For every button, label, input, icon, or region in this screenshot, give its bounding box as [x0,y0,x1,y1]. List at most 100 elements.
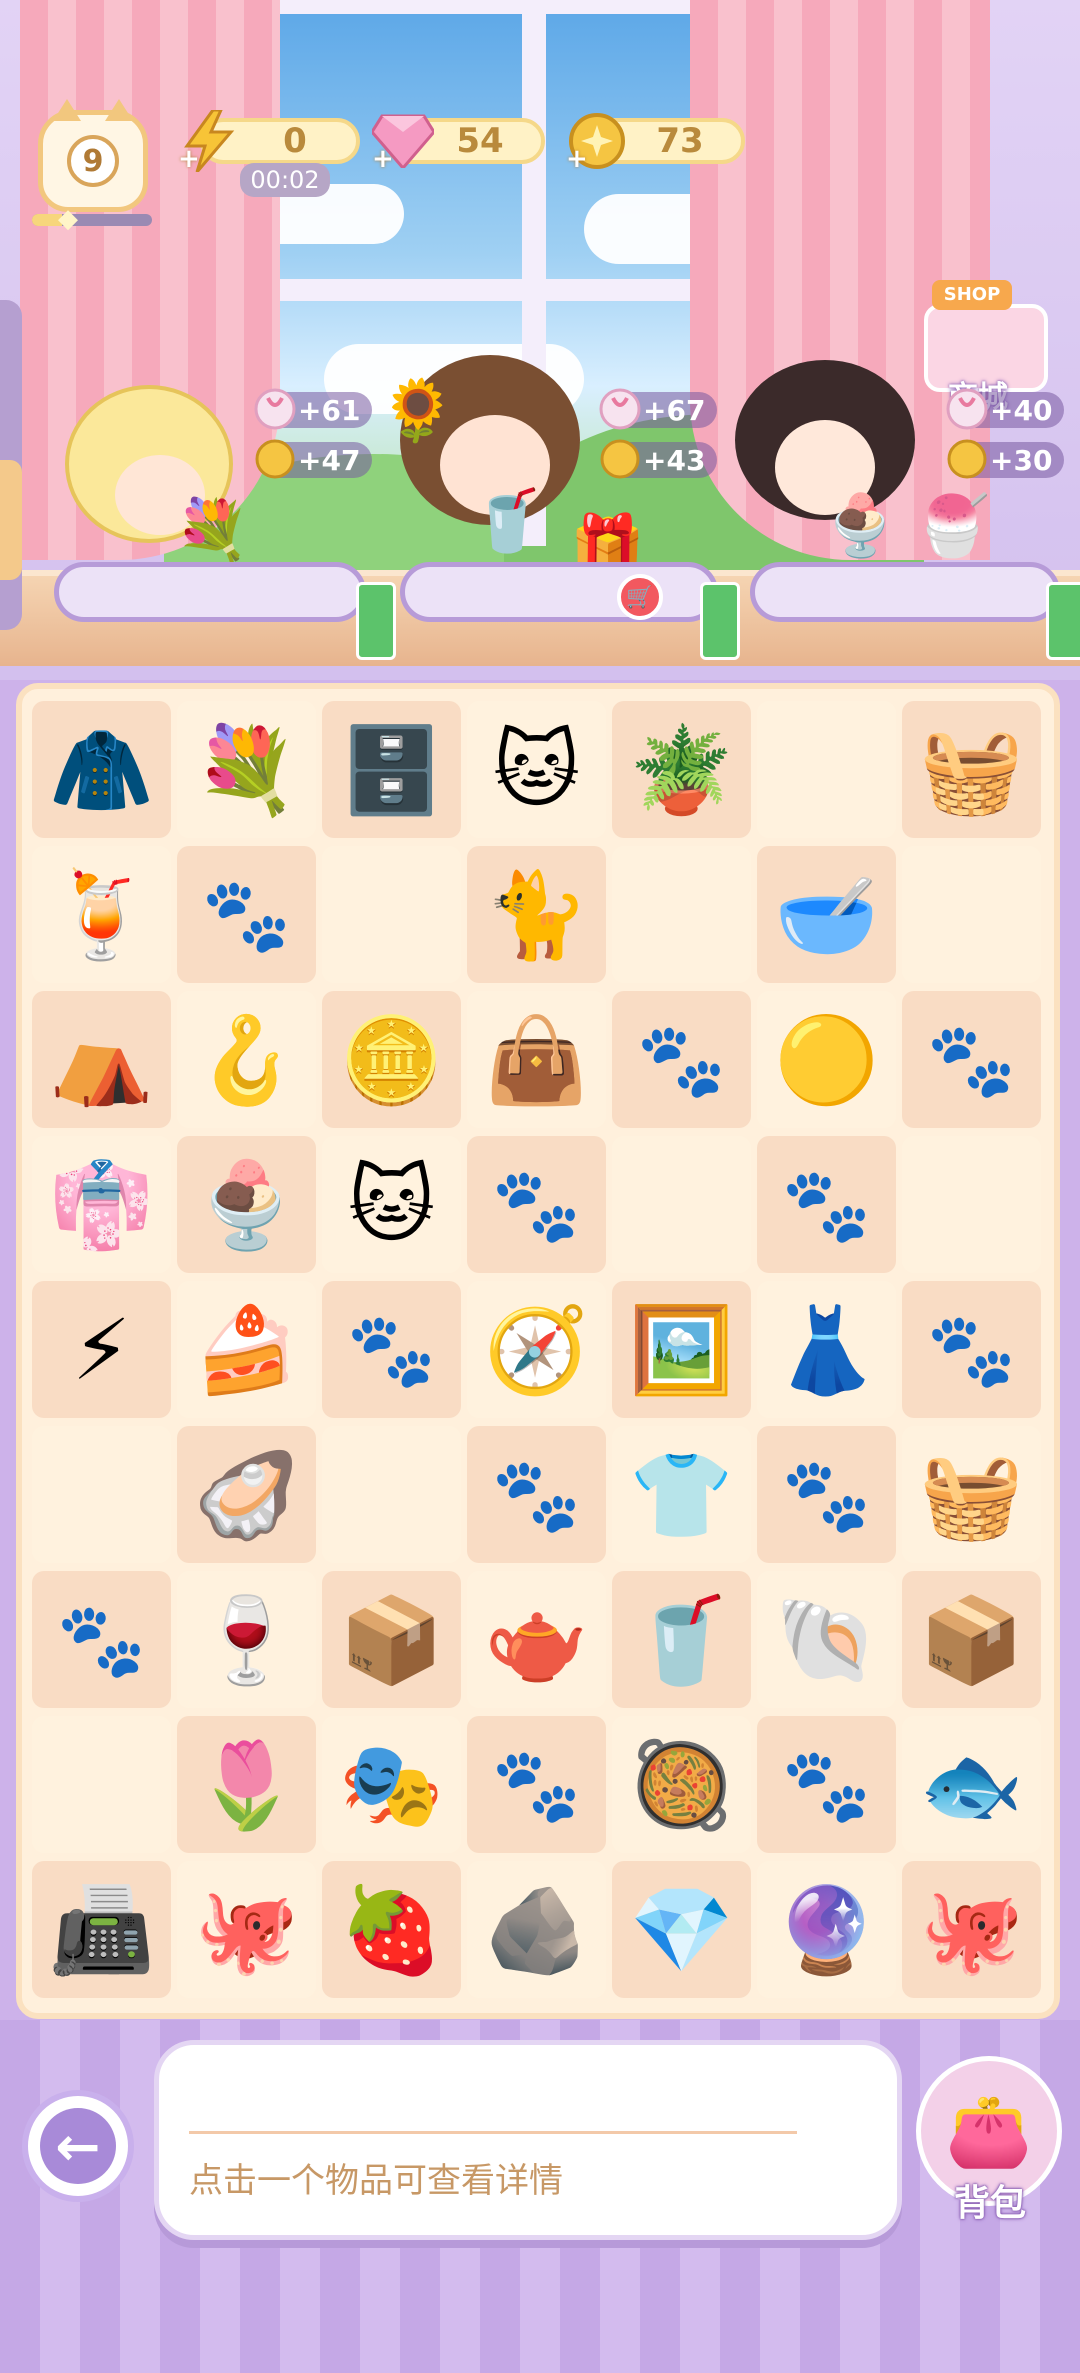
board-cell[interactable]: 🎭 [322,1716,461,1853]
board-item[interactable]: 🟡 [774,1018,879,1102]
board-cell[interactable]: 🐚 [757,1571,896,1708]
board-item[interactable]: 🐙 [194,1888,299,1972]
board-cell[interactable]: 🐾 [612,991,751,1128]
board-cell[interactable]: 🍰 [177,1281,316,1418]
board-cell[interactable]: 🐾 [32,1571,171,1708]
board-item[interactable]: 🍓 [339,1888,444,1972]
board-item[interactable]: 🪴 [629,728,734,812]
board-cell[interactable]: 🐾 [757,1426,896,1563]
board-cell[interactable]: 👘 [32,1136,171,1273]
order-slot-1[interactable] [54,562,366,622]
board-cell[interactable]: 🥤 [612,1571,751,1708]
board-item[interactable]: 🍹 [49,873,154,957]
board-item[interactable]: 🪨 [484,1888,589,1972]
board-item[interactable]: 🐈 [484,873,589,957]
customer-glasses-boy[interactable]: 🍨 🍧 [735,360,990,561]
order-ticket-icon[interactable] [700,582,740,660]
board-cell[interactable]: 🐱 [322,1136,461,1273]
board-cell[interactable] [612,846,751,983]
board-item[interactable]: 🧺 [919,728,1024,812]
board-cell[interactable]: 💎 [612,1861,751,1998]
board-item[interactable]: 🫖 [484,1598,589,1682]
board-item[interactable]: 👕 [629,1453,734,1537]
board-cell[interactable]: 🐾 [467,1426,606,1563]
board-item[interactable]: 🥤 [629,1598,734,1682]
board-item[interactable]: 🗄️ [339,728,444,812]
board-cell[interactable] [757,701,896,838]
board-item[interactable]: ⚡ [72,1308,131,1392]
board-item[interactable]: 🖼️ [629,1308,734,1392]
board-cell[interactable]: 👗 [757,1281,896,1418]
board-cell[interactable]: 🐾 [177,846,316,983]
board-cell[interactable]: 🖼️ [612,1281,751,1418]
board-cell[interactable]: 🐾 [902,1281,1041,1418]
board-item[interactable]: 🌷 [194,1743,299,1827]
board-cell[interactable]: 🐾 [902,991,1041,1128]
board-cell[interactable]: 🍷 [177,1571,316,1708]
board-item[interactable]: 🐙 [919,1888,1024,1972]
board-cell[interactable]: 🐙 [902,1861,1041,1998]
order-ticket-icon[interactable] [1046,582,1080,660]
board-cell[interactable] [322,846,461,983]
customer-blonde-boy[interactable]: 💐 [55,375,255,566]
board-cell[interactable]: 📠 [32,1861,171,1998]
level-badge[interactable]: 9 [38,99,148,212]
board-cell[interactable]: ⛺ [32,991,171,1128]
board-item[interactable]: 🍷 [194,1598,299,1682]
board-item[interactable]: 🍨 [194,1163,299,1247]
board-item[interactable]: 🦪 [194,1453,299,1537]
cart-icon[interactable]: 🛒 [617,574,663,620]
board-item[interactable]: 🧺 [919,1453,1024,1537]
board-cell[interactable]: 🗄️ [322,701,461,838]
board-item[interactable]: 🐟 [919,1743,1024,1827]
board-cell[interactable]: 🐟 [902,1716,1041,1853]
board-cell[interactable] [32,1716,171,1853]
board-cell[interactable]: 🦪 [177,1426,316,1563]
order-slot-2[interactable] [400,562,718,622]
board-cell[interactable]: 👕 [612,1426,751,1563]
board-item[interactable]: 📦 [919,1598,1024,1682]
board-cell[interactable]: 🥘 [612,1716,751,1853]
board-item[interactable]: 🪝 [194,1018,299,1102]
board-cell[interactable] [902,1136,1041,1273]
board-cell[interactable]: 🍹 [32,846,171,983]
board-item[interactable]: 🐱 [493,728,581,812]
board-cell[interactable]: 🍓 [322,1861,461,1998]
board-cell[interactable]: 🐙 [177,1861,316,1998]
board-cell[interactable]: 🌷 [177,1716,316,1853]
board-cell[interactable]: 🥣 [757,846,896,983]
board-item[interactable]: 🎭 [339,1743,444,1827]
board-cell[interactable]: 🐾 [467,1716,606,1853]
board-cell[interactable]: 🪴 [612,701,751,838]
board-cell[interactable] [612,1136,751,1273]
board-cell[interactable]: 💐 [177,701,316,838]
board-item[interactable]: 🥘 [629,1743,734,1827]
board-cell[interactable]: 🐾 [757,1716,896,1853]
backpack-button[interactable]: 👛 背包 [910,2046,1070,2224]
board-cell[interactable]: 🪨 [467,1861,606,1998]
board-cell[interactable] [322,1426,461,1563]
board-cell[interactable] [902,846,1041,983]
board-item[interactable]: 🪙 [339,1018,444,1102]
board-item[interactable]: 📦 [339,1598,444,1682]
board-cell[interactable] [32,1426,171,1563]
board-cell[interactable]: 👜 [467,991,606,1128]
board-item[interactable]: 👜 [484,1018,589,1102]
order-ticket-icon[interactable] [356,582,396,660]
board-cell[interactable]: 🧺 [902,1426,1041,1563]
board-item[interactable]: 🍰 [194,1308,299,1392]
board-cell[interactable]: 🪝 [177,991,316,1128]
board-cell[interactable]: 🫖 [467,1571,606,1708]
board-cell[interactable]: 🧺 [902,701,1041,838]
board-cell[interactable]: 🧭 [467,1281,606,1418]
back-button[interactable]: ← [22,2090,134,2202]
order-slot-3[interactable] [750,562,1060,622]
board-item[interactable]: 👗 [774,1308,879,1392]
board-item[interactable]: 📠 [49,1888,154,1972]
board-item[interactable]: 🥣 [774,873,879,957]
board-cell[interactable]: 🐈 [467,846,606,983]
board-cell[interactable]: 🐾 [757,1136,896,1273]
board-cell[interactable]: ⚡ [32,1281,171,1418]
board-item[interactable]: 💐 [194,728,299,812]
board-item[interactable]: 🐱 [348,1163,436,1247]
